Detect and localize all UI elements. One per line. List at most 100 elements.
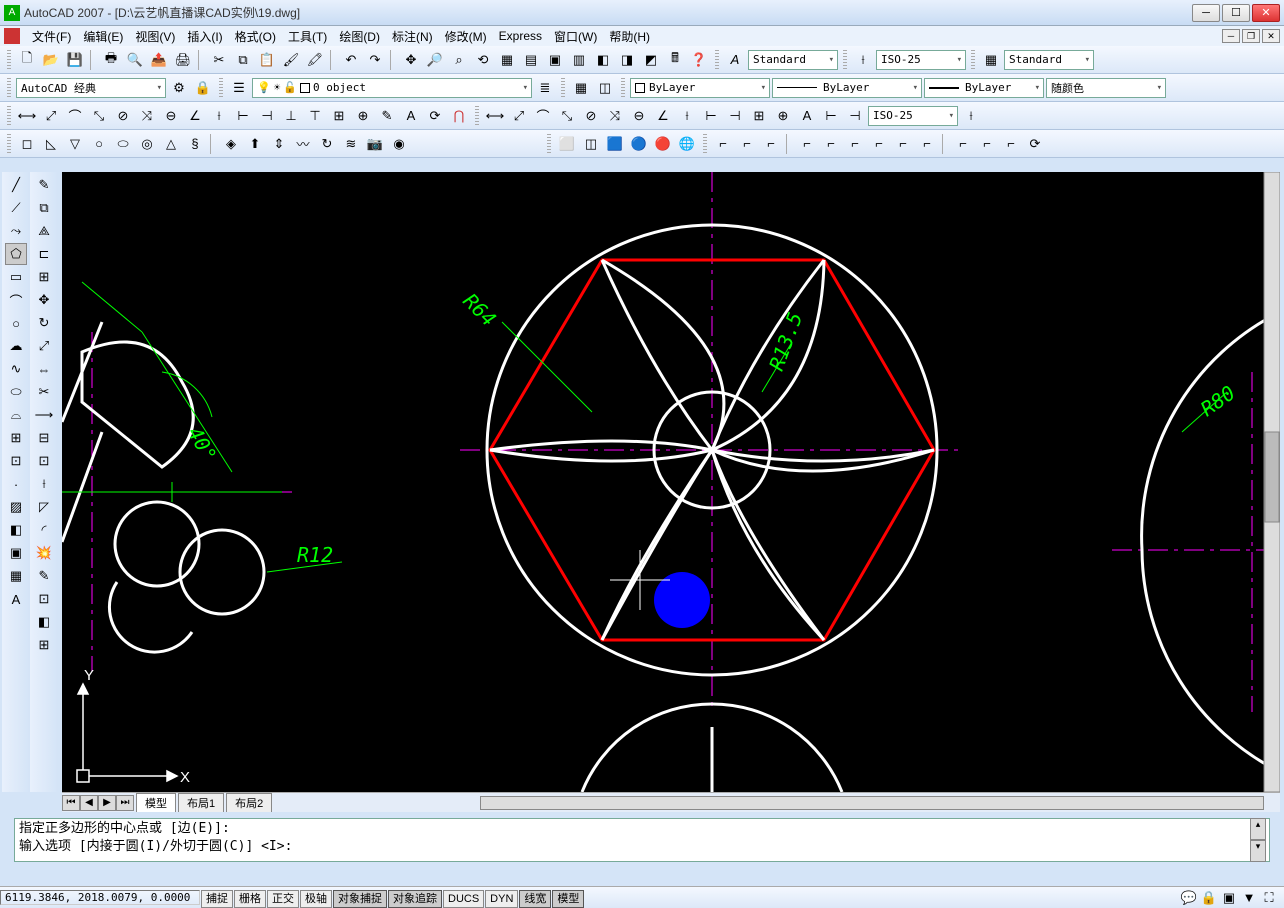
dim-quick-icon[interactable]: ⟊ [208,105,230,127]
dim2-cont-icon[interactable]: ⊣ [724,105,746,127]
menu-tools[interactable]: 工具(T) [282,28,333,45]
ucs-apply-icon[interactable]: ⟳ [1024,133,1046,155]
linetype-dropdown[interactable]: ByLayer [772,78,922,98]
ucs-icon-3[interactable]: ⌐ [760,133,782,155]
dim-radius-icon[interactable]: ⊘ [112,105,134,127]
open-icon[interactable]: 📂 [40,49,62,71]
break-pt-icon[interactable]: ⊟ [33,427,55,449]
dim-baseline-icon[interactable]: ⊢ [232,105,254,127]
brush-icon[interactable]: 🖍 [304,49,326,71]
menu-window[interactable]: 窗口(W) [548,28,603,45]
ucs-icon-8[interactable]: ⌐ [892,133,914,155]
ucs-world-icon[interactable]: ⬜ [556,133,578,155]
ws-lock-icon[interactable]: 🔒 [192,77,214,99]
tb-icon-3[interactable]: ▥ [568,49,590,71]
text-style-dropdown[interactable]: Standard [748,50,838,70]
extrude-icon[interactable]: ⬆ [244,133,266,155]
scale-icon[interactable]: ⤢ [33,335,55,357]
status-正交[interactable]: 正交 [267,890,299,908]
menu-dimension[interactable]: 标注(N) [386,28,439,45]
table-style-dropdown[interactable]: Standard [1004,50,1094,70]
dim2-update-icon[interactable]: ⊣ [844,105,866,127]
cylinder-icon[interactable]: ⬭ [112,133,134,155]
status-栅格[interactable]: 栅格 [234,890,266,908]
ucs-icon-9[interactable]: ⌐ [916,133,938,155]
zoom-rt-icon[interactable]: 🔎 [424,49,446,71]
menu-draw[interactable]: 绘图(D) [333,28,386,45]
ucs-globe-icon[interactable]: 🔴 [652,133,674,155]
publish-icon[interactable]: 📤 [148,49,170,71]
layer-prev-icon[interactable]: ≣ [534,77,556,99]
arc-icon[interactable]: ⌒ [5,289,27,311]
menu-format[interactable]: 格式(O) [229,28,282,45]
tab-model[interactable]: 模型 [136,793,176,812]
copy-obj-icon[interactable]: ⧉ [33,197,55,219]
tb-icon-1[interactable]: ▤ [520,49,542,71]
polysolid-icon[interactable]: ◈ [220,133,242,155]
tab-layout2[interactable]: 布局2 [226,793,272,812]
dim-tedit-icon[interactable]: A [400,105,422,127]
gradient-icon[interactable]: ◧ [5,519,27,541]
xline-icon[interactable]: ⟋ [5,197,27,219]
dim-edit-icon[interactable]: ✎ [376,105,398,127]
tb-icon-6[interactable]: ◩ [640,49,662,71]
menu-insert[interactable]: 插入(I) [181,28,228,45]
cut-icon[interactable]: ✂ [208,49,230,71]
cone-icon[interactable]: ▽ [64,133,86,155]
mirror-icon[interactable]: ⟁ [33,220,55,242]
mdi-close[interactable]: ✕ [1262,29,1280,43]
lineweight-dropdown[interactable]: ByLayer [924,78,1044,98]
dim2-cmark-icon[interactable]: ⊕ [772,105,794,127]
paste-icon[interactable]: 📋 [256,49,278,71]
mdi-restore[interactable]: ❐ [1242,29,1260,43]
pan-icon[interactable]: ✥ [400,49,422,71]
dim2-rad-icon[interactable]: ⊘ [580,105,602,127]
rectangle-icon[interactable]: ▭ [5,266,27,288]
maximize-button[interactable]: ☐ [1222,4,1250,22]
menu-express[interactable]: Express [493,29,548,43]
ucs-3d-icon[interactable]: 🟦 [604,133,626,155]
dim-arc-icon[interactable]: ⌒ [64,105,86,127]
box-icon[interactable]: ◻ [16,133,38,155]
tab-first[interactable]: ⏮ [62,795,80,811]
table-style-icon[interactable]: ▦ [980,49,1002,71]
tray-icon[interactable]: ▣ [1220,889,1238,907]
tab-last[interactable]: ⏭ [116,795,134,811]
preview-icon[interactable]: 🔍 [124,49,146,71]
modify-1-icon[interactable]: ✎ [33,565,55,587]
status-对象捕捉[interactable]: 对象捕捉 [333,890,387,908]
dim-continue-icon[interactable]: ⊣ [256,105,278,127]
new-icon[interactable]: 🗋 [16,49,38,71]
revolve-icon[interactable]: ↻ [316,133,338,155]
menu-file[interactable]: 文件(F) [26,28,77,45]
horizontal-scrollbar[interactable] [480,796,1264,810]
circle-icon[interactable]: ○ [5,312,27,334]
trim-icon[interactable]: ✂ [33,381,55,403]
polygon-icon[interactable]: ⬠ [5,243,27,265]
text-style-icon[interactable]: A [724,49,746,71]
plot-icon[interactable]: 🖨 [172,49,194,71]
revcloud-icon[interactable]: ☁ [5,335,27,357]
dim2-dia-icon[interactable]: ⊖ [628,105,650,127]
ucs-icon-5[interactable]: ⌐ [820,133,842,155]
dim2-tedit-icon[interactable]: ⊢ [820,105,842,127]
stretch-icon[interactable]: ⇔ [33,358,55,380]
help-icon[interactable]: ❓ [688,49,710,71]
dim-linear-icon[interactable]: ⟷ [16,105,38,127]
ucs-icon-12[interactable]: ⌐ [1000,133,1022,155]
hatch-icon[interactable]: ▨ [5,496,27,518]
dim2-ord-icon[interactable]: ⤡ [556,105,578,127]
redo-icon[interactable]: ↷ [364,49,386,71]
dim-space-icon[interactable]: ⊥ [280,105,302,127]
ucs-icon-1[interactable]: ⌐ [712,133,734,155]
menu-help[interactable]: 帮助(H) [603,28,656,45]
explode-icon[interactable]: 💥 [33,542,55,564]
layer-state-icon[interactable]: ▦ [570,77,592,99]
command-window[interactable]: 指定正多边形的中心点或 [边(E)]: 输入选项 [内接于圆(I)/外切于圆(C… [14,818,1270,862]
zoom-prev-icon[interactable]: ⟲ [472,49,494,71]
tb-icon-5[interactable]: ◨ [616,49,638,71]
dim2-linear-icon[interactable]: ⟷ [484,105,506,127]
torus-icon[interactable]: ◎ [136,133,158,155]
status-模型[interactable]: 模型 [552,890,584,908]
chamfer-icon[interactable]: ◸ [33,496,55,518]
